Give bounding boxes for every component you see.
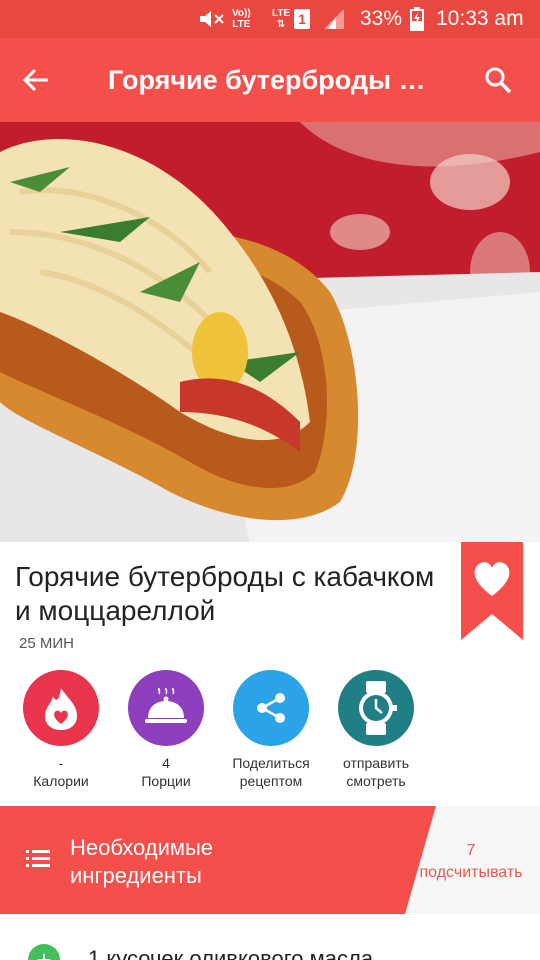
ingredients-title-line2: ингредиенты xyxy=(70,863,202,888)
volte-text: Vo)) xyxy=(232,8,251,19)
back-button[interactable] xyxy=(16,60,56,100)
volte-lte-text: LTE xyxy=(232,19,251,30)
flame-heart-icon xyxy=(45,688,77,730)
watch-label-line2: смотреть xyxy=(346,773,406,789)
list-toggle-button[interactable] xyxy=(26,848,50,873)
ingredients-banner xyxy=(0,806,436,914)
ingredient-count-button[interactable]: 7 подсчитывать xyxy=(408,840,534,884)
calories-button[interactable]: - Калории xyxy=(11,670,111,789)
page-title: Горячие бутерброды с кабачком и моццарел… xyxy=(108,65,438,95)
cloche-icon xyxy=(145,688,187,723)
cooking-time: 25 МИН xyxy=(19,635,74,652)
search-button[interactable] xyxy=(478,60,518,100)
sim-number: 1 xyxy=(294,9,310,29)
calories-value: - xyxy=(58,755,64,771)
ingredient-count-label: подсчитывать xyxy=(419,864,523,881)
watch-icon xyxy=(359,681,397,735)
app-bar: Горячие бутерброды с кабачком и моццарел… xyxy=(0,38,540,122)
back-arrow-icon xyxy=(22,68,48,92)
recipe-title: Горячие бутерброды с кабачком и моццарел… xyxy=(15,561,435,626)
ingredients-title-line1: Необходимые xyxy=(70,835,214,860)
share-label-line1: Поделиться xyxy=(232,755,310,771)
clock: 10:33 am xyxy=(436,7,524,30)
send-to-watch-button[interactable]: отправить смотреть xyxy=(326,670,426,789)
share-recipe-button[interactable]: Поделиться рецептом xyxy=(221,670,321,789)
watch-circle xyxy=(338,670,414,746)
recipe-photo xyxy=(0,122,540,542)
ingredients-title: Необходимые ингредиенты xyxy=(70,834,213,890)
list-icon xyxy=(26,850,50,867)
battery-icon xyxy=(410,0,424,38)
heart-bookmark-icon xyxy=(461,542,523,640)
servings-circle xyxy=(128,670,204,746)
servings-label: Порции xyxy=(141,773,191,789)
sim-indicator: 1 xyxy=(294,0,310,38)
volte-indicator: Vo)) LTE xyxy=(232,0,251,38)
servings-button[interactable]: 4 Порции xyxy=(116,670,216,789)
ingredient-text: 1 кусочек оливкового масла xyxy=(88,946,374,960)
watch-label-line1: отправить xyxy=(342,755,409,771)
add-ingredient-button[interactable]: + xyxy=(28,944,60,960)
status-bar: Vo)) LTE LTE ⇅ 1 33% 10:33 am xyxy=(0,0,540,38)
share-label-line2: рецептом xyxy=(239,773,303,789)
servings-value: 4 xyxy=(162,755,170,771)
signal-icon xyxy=(322,0,346,38)
mute-icon xyxy=(198,0,228,38)
ingredients-header: Необходимые ингредиенты 7 подсчитывать xyxy=(0,806,540,914)
list-item: + 1 кусочек оливкового масла xyxy=(0,930,540,960)
lte-indicator: LTE ⇅ xyxy=(272,0,290,38)
battery-percent: 33% xyxy=(360,7,403,30)
calories-circle xyxy=(23,670,99,746)
data-arrows-icon: ⇅ xyxy=(276,19,286,30)
search-icon xyxy=(485,67,512,94)
lte-text: LTE xyxy=(272,8,291,19)
ingredient-count: 7 xyxy=(466,842,476,859)
calories-label: Калории xyxy=(33,773,89,789)
share-circle xyxy=(233,670,309,746)
favorite-button[interactable] xyxy=(461,542,523,640)
plus-icon: + xyxy=(36,945,52,960)
share-icon xyxy=(257,693,285,723)
